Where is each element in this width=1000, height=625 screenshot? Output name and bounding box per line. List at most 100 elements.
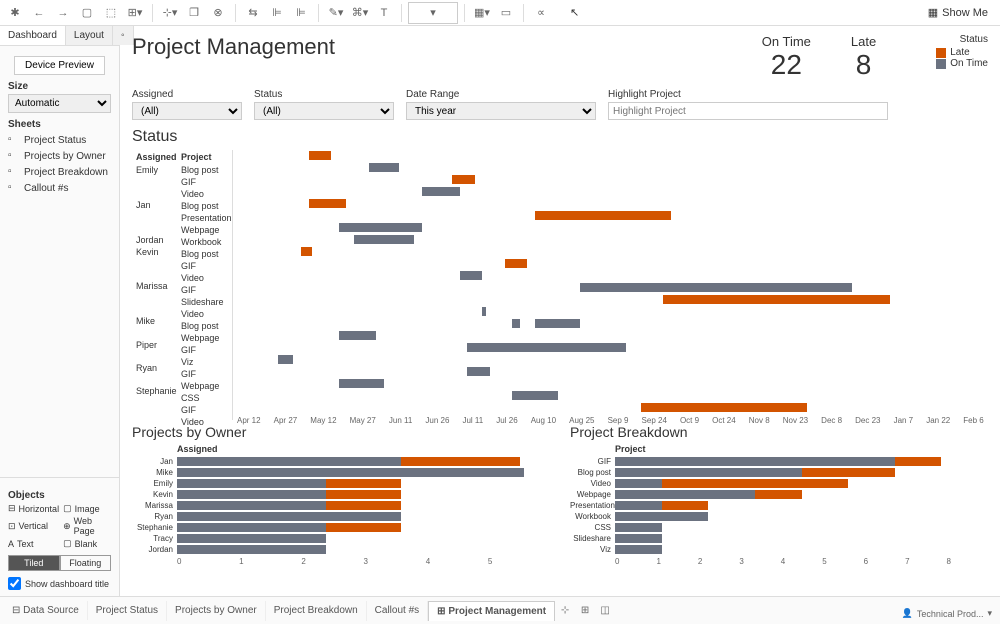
gantt-bar[interactable] xyxy=(309,199,347,208)
labels-icon[interactable]: T xyxy=(373,2,395,24)
share-icon[interactable]: ∝ xyxy=(530,2,552,24)
filter-date-select[interactable]: This year xyxy=(406,102,596,120)
clear-icon[interactable]: ⊗ xyxy=(207,2,229,24)
sort-asc-icon[interactable]: ⊫ xyxy=(266,2,288,24)
duplicate-icon[interactable]: ❐ xyxy=(183,2,205,24)
gantt-bar[interactable] xyxy=(512,319,520,328)
gantt-bar[interactable] xyxy=(339,331,377,340)
tab-dashboard[interactable]: Dashboard xyxy=(0,26,66,45)
gantt-bar[interactable] xyxy=(535,319,580,328)
gantt-bar[interactable] xyxy=(467,367,490,376)
hbar-seg-ontime xyxy=(177,468,524,477)
sheet-item[interactable]: ▫Project Breakdown xyxy=(8,164,111,180)
filter-assigned-select[interactable]: (All) xyxy=(132,102,242,120)
gantt-bar[interactable] xyxy=(663,295,890,304)
hbar-row[interactable]: Emily xyxy=(132,478,550,489)
object-text[interactable]: AText xyxy=(8,538,59,549)
logo-icon[interactable]: ✱ xyxy=(4,2,26,24)
filter-highlight-input[interactable] xyxy=(608,102,888,120)
hbar-row[interactable]: Tracy xyxy=(132,533,550,544)
hbar-row[interactable]: Blog post xyxy=(570,467,988,478)
highlight-icon[interactable]: ✎▾ xyxy=(325,2,347,24)
hbar-row[interactable]: Marissa xyxy=(132,500,550,511)
bottom-tab[interactable]: Callout #s xyxy=(367,601,428,621)
object-horizontal[interactable]: ⊟Horizontal xyxy=(8,503,59,514)
object-image[interactable]: ▢Image xyxy=(63,503,111,514)
gantt-bar[interactable] xyxy=(278,355,293,364)
fit-select[interactable]: ▾ xyxy=(408,2,458,24)
legend-item[interactable]: Late xyxy=(936,47,988,58)
hbar-seg-ontime xyxy=(615,545,662,554)
hbar-row[interactable]: CSS xyxy=(570,522,988,533)
sheet-item[interactable]: ▫Callout #s xyxy=(8,180,111,196)
hbar-row[interactable]: Webpage xyxy=(570,489,988,500)
gantt-bar[interactable] xyxy=(452,175,475,184)
gantt-bar[interactable] xyxy=(309,151,332,160)
gantt-bar[interactable] xyxy=(422,187,460,196)
swap-icon[interactable]: ⇆ xyxy=(242,2,264,24)
hbar-row[interactable]: Mike xyxy=(132,467,550,478)
gantt-bar[interactable] xyxy=(505,259,528,268)
new-dashboard-tab-icon[interactable]: ⊞ xyxy=(575,605,595,616)
device-preview-button[interactable]: Device Preview xyxy=(14,56,105,75)
hbar-row[interactable]: Presentation xyxy=(570,500,988,511)
show-me-button[interactable]: ▦ Show Me xyxy=(920,6,996,19)
sheet-item[interactable]: ▫Projects by Owner xyxy=(8,148,111,164)
filter-status-select[interactable]: (All) xyxy=(254,102,394,120)
group-icon[interactable]: ⌘▾ xyxy=(349,2,371,24)
new-worksheet-icon[interactable]: ⊹▾ xyxy=(159,2,181,24)
legend-item[interactable]: On Time xyxy=(936,58,988,69)
gantt-bar[interactable] xyxy=(354,235,414,244)
hbar-row[interactable]: Video xyxy=(570,478,988,489)
gantt-bar[interactable] xyxy=(369,163,399,172)
gantt-bar[interactable] xyxy=(460,271,483,280)
hbar-row[interactable]: Ryan xyxy=(132,511,550,522)
gantt-bar[interactable] xyxy=(301,247,312,256)
data-source-tab[interactable]: ⊟ Data Source xyxy=(4,601,88,620)
object-blank[interactable]: ▢Blank xyxy=(63,538,111,549)
hbar-row[interactable]: Jordan xyxy=(132,544,550,555)
object-web-page[interactable]: ⊕Web Page xyxy=(63,516,111,536)
add-sheet-icon[interactable]: ⊞▾ xyxy=(124,2,146,24)
hbar-row[interactable]: Kevin xyxy=(132,489,550,500)
back-icon[interactable]: ← xyxy=(28,2,50,24)
status-legend: Status LateOn Time xyxy=(936,34,988,69)
tiled-button[interactable]: Tiled xyxy=(8,555,60,571)
new-worksheet-tab-icon[interactable]: ⊹ xyxy=(555,605,575,616)
status-dropdown-icon[interactable]: ▾ xyxy=(987,608,992,619)
bottom-tab[interactable]: ⊞ Project Management xyxy=(428,601,555,621)
gantt-bar[interactable] xyxy=(641,403,807,412)
gantt-bar[interactable] xyxy=(535,211,671,220)
owners-chart[interactable]: Assigned JanMikeEmilyKevinMarissaRyanSte… xyxy=(132,444,550,566)
floating-button[interactable]: Floating xyxy=(60,555,112,571)
cards-icon[interactable]: ▦▾ xyxy=(471,2,493,24)
gantt-bar[interactable] xyxy=(580,283,852,292)
hbar-row[interactable]: Viz xyxy=(570,544,988,555)
bottom-tab[interactable]: Projects by Owner xyxy=(167,601,266,621)
save-icon[interactable]: ▢ xyxy=(76,2,98,24)
gantt-chart[interactable]: Assigned EmilyJanJordanKevinMarissaMikeP… xyxy=(132,150,988,420)
bottom-tab[interactable]: Project Breakdown xyxy=(266,601,367,621)
hbar-row[interactable]: Slideshare xyxy=(570,533,988,544)
gantt-bar[interactable] xyxy=(512,391,557,400)
object-vertical[interactable]: ⊡Vertical xyxy=(8,516,59,536)
new-story-tab-icon[interactable]: ◫ xyxy=(595,605,615,616)
gantt-bar[interactable] xyxy=(482,307,486,316)
hbar-row[interactable]: GIF xyxy=(570,456,988,467)
size-select[interactable]: Automatic xyxy=(8,94,111,113)
gantt-bar[interactable] xyxy=(467,343,626,352)
tab-layout[interactable]: Layout xyxy=(66,26,113,45)
presentation-icon[interactable]: ▭ xyxy=(495,2,517,24)
hbar-row[interactable]: Stephanie xyxy=(132,522,550,533)
bottom-tab[interactable]: Project Status xyxy=(88,601,167,621)
show-title-checkbox[interactable] xyxy=(8,577,21,590)
sort-desc-icon[interactable]: ⊫ xyxy=(290,2,312,24)
breakdown-chart[interactable]: Project GIFBlog postVideoWebpagePresenta… xyxy=(570,444,988,566)
new-data-icon[interactable]: ⬚ xyxy=(100,2,122,24)
hbar-row[interactable]: Jan xyxy=(132,456,550,467)
gantt-bar[interactable] xyxy=(339,379,384,388)
hbar-row[interactable]: Workbook xyxy=(570,511,988,522)
gantt-bar[interactable] xyxy=(339,223,422,232)
sheet-item[interactable]: ▫Project Status xyxy=(8,132,111,148)
forward-icon[interactable]: → xyxy=(52,2,74,24)
